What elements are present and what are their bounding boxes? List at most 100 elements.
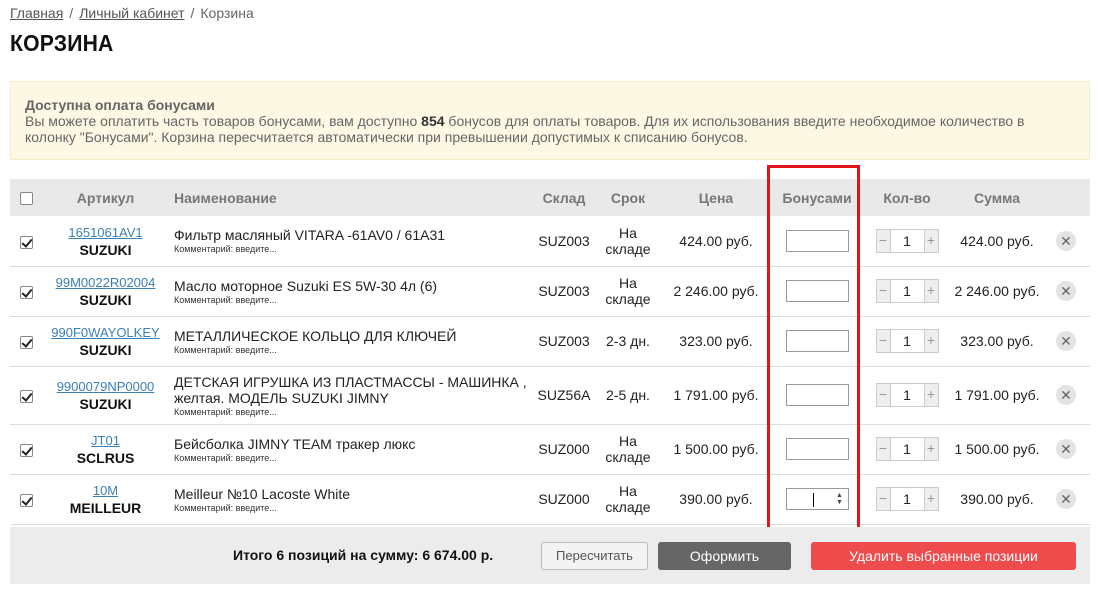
article-link[interactable]: JT01 [91,433,120,448]
article-link[interactable]: 99M0022R02004 [56,275,156,290]
name-cell: МЕТАЛЛИЧЕСКОЕ КОЛЬЦО ДЛЯ КЛЮЧЕЙ Комментар… [168,316,532,367]
breadcrumb-cabinet-link[interactable]: Личный кабинет [79,5,184,21]
comment-field[interactable]: Комментарий: введите... [174,295,532,305]
qty-cell: −1 + [862,424,952,475]
page-title: КОРЗИНА [10,30,114,56]
bonus-notice: Доступна оплата бонусами Вы можете оплат… [10,81,1090,160]
quantity-stepper[interactable]: −1 + [875,437,939,461]
comment-field[interactable]: Комментарий: введите... [174,453,532,463]
price-cell: 323.00 руб. [660,316,772,367]
remove-item-icon[interactable]: ✕ [1056,439,1076,459]
article-cell: 9900079NP0000 SUZUKI [43,366,168,425]
spinner-arrows-icon[interactable]: ▲ ▼ [836,492,844,506]
brand-label: SUZUKI [79,342,132,358]
row-checkbox[interactable] [20,443,33,457]
warehouse-cell: SUZ56A [532,366,596,425]
bonus-input[interactable]: ▲ ▼ [785,488,849,510]
warehouse-cell: SUZ003 [532,266,596,317]
cart-row: JT01 SCLRUS Бейсболка JIMNY TEAM тракер лю… [10,424,1090,475]
quantity-stepper[interactable]: −1 + [875,279,939,303]
bonus-cell: ▲ ▼ [772,474,862,525]
row-checkbox[interactable] [20,493,33,507]
price-cell: 1 500.00 руб. [660,424,772,475]
minus-icon[interactable]: − [875,228,891,253]
sum-cell: 2 246.00 руб. [952,266,1042,317]
row-checkbox[interactable] [20,285,33,299]
cart-row: 99M0022R02004 SUZUKI Масло моторное Suzuki… [10,266,1090,317]
minus-icon[interactable]: − [875,437,891,461]
quantity-value[interactable]: 1 [890,228,924,253]
plus-icon[interactable]: + [923,487,939,511]
name-cell: Бейсболка JIMNY TEAM тракер люкс Коммента… [168,424,532,475]
plus-icon[interactable]: + [923,383,939,407]
plus-icon[interactable]: + [923,279,939,303]
quantity-value[interactable]: 1 [890,383,924,407]
quantity-value[interactable]: 1 [890,279,924,303]
header-price: Цена [660,179,772,216]
quantity-value[interactable]: 1 [890,329,924,353]
bonus-notice-text: Вы можете оплатить часть товаров бонусам… [25,113,1075,145]
quantity-value[interactable]: 1 [890,437,924,461]
article-link[interactable]: 990F0WAYOLKEY [51,325,159,340]
remove-item-icon[interactable]: ✕ [1056,331,1076,351]
quantity-stepper[interactable]: −1 + [875,228,939,253]
breadcrumb-home-link[interactable]: Главная [10,5,63,21]
delete-selected-button[interactable]: Удалить выбранные позиции [811,542,1076,570]
quantity-stepper[interactable]: −1 + [875,329,939,353]
spin-down-icon[interactable]: ▼ [836,499,843,506]
term-cell: На складе [596,474,660,525]
article-cell: 10M MEILLEUR [43,474,168,525]
bonus-notice-title: Доступна оплата бонусами [25,97,215,113]
bonus-input[interactable] [785,330,849,352]
header-bonus: Бонусами [772,179,862,216]
breadcrumb: Главная / Личный кабинет / Корзина [10,5,254,21]
comment-field[interactable]: Комментарий: введите... [174,345,532,355]
remove-item-icon[interactable]: ✕ [1056,385,1076,405]
plus-icon[interactable]: + [923,329,939,353]
plus-icon[interactable]: + [923,437,939,461]
name-cell: Масло моторное Suzuki ES 5W-30 4л (6) Ком… [168,266,532,317]
cart-total: Итого 6 позиций на сумму: 6 674.00 р. [233,547,494,563]
comment-field[interactable]: Комментарий: введите... [174,503,532,513]
qty-cell: −1 + [862,316,952,367]
minus-icon[interactable]: − [875,383,891,407]
term-cell: На складе [596,266,660,317]
quantity-value[interactable]: 1 [890,487,924,511]
spin-up-icon[interactable]: ▲ [836,492,843,499]
text-cursor [812,493,814,507]
qty-cell: −1 + [862,266,952,317]
article-link[interactable]: 9900079NP0000 [57,379,155,394]
row-checkbox[interactable] [20,235,33,249]
comment-field[interactable]: Комментарий: введите... [174,407,532,417]
header-qty: Кол-во [862,179,952,216]
bonus-input[interactable] [785,384,849,406]
qty-cell: −1 + [862,216,952,267]
header-sum: Сумма [952,179,1042,216]
bonus-count: 854 [421,113,445,129]
remove-item-icon[interactable]: ✕ [1056,489,1076,509]
minus-icon[interactable]: − [875,487,891,511]
bonus-input[interactable] [785,280,849,302]
article-link[interactable]: 1651061AV1 [68,225,142,240]
header-delete [1042,179,1090,216]
term-cell: 2-5 дн. [596,366,660,425]
remove-item-icon[interactable]: ✕ [1056,230,1076,251]
quantity-stepper[interactable]: −1 + [875,487,939,511]
select-all-checkbox[interactable] [20,192,33,206]
plus-icon[interactable]: + [923,228,939,253]
brand-label: SUZUKI [79,241,132,258]
minus-icon[interactable]: − [875,279,891,303]
price-cell: 1 791.00 руб. [660,366,772,425]
quantity-stepper[interactable]: −1 + [875,383,939,407]
checkout-button[interactable]: Оформить [658,542,791,570]
bonus-input[interactable] [785,229,849,252]
recalculate-button[interactable]: Пересчитать [541,542,648,570]
sum-cell: 390.00 руб. [952,474,1042,525]
remove-item-icon[interactable]: ✕ [1056,281,1076,301]
minus-icon[interactable]: − [875,329,891,353]
row-checkbox[interactable] [20,335,33,349]
bonus-input[interactable] [785,438,849,460]
row-checkbox[interactable] [20,389,33,403]
comment-field[interactable]: Комментарий: введите... [174,244,532,254]
article-link[interactable]: 10M [93,483,118,498]
